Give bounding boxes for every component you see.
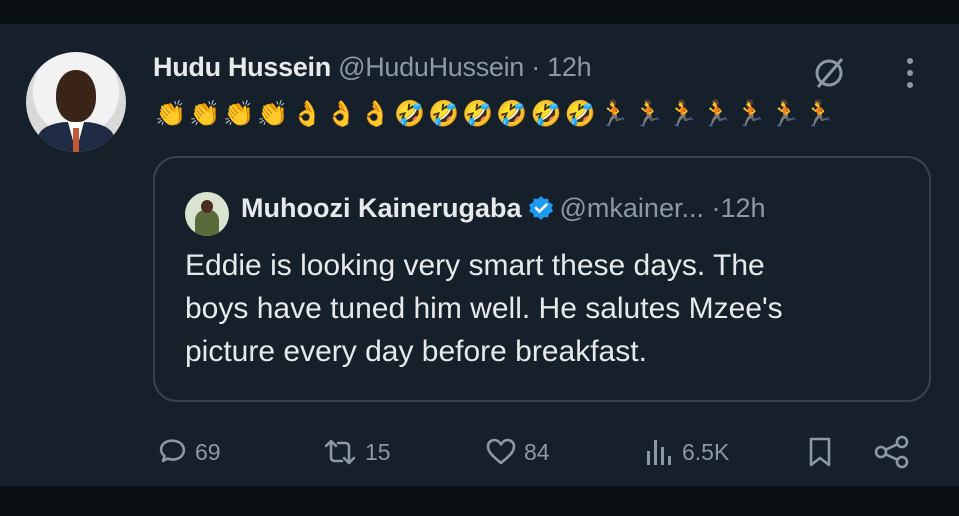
emoji: 👌 — [291, 100, 324, 128]
share-icon — [874, 435, 909, 469]
action-bar: 69 15 84 6.5K — [0, 432, 959, 476]
emoji: 🏃 — [803, 100, 836, 128]
grok-icon[interactable] — [810, 54, 848, 92]
emoji: 👌 — [359, 100, 392, 128]
author-handle[interactable]: @HuduHussein — [338, 52, 524, 82]
author-avatar[interactable] — [26, 52, 126, 152]
bookmark-button[interactable] — [803, 432, 837, 472]
emoji: 🤣 — [564, 100, 597, 128]
emoji: 👏 — [223, 100, 256, 128]
tweet-text-emojis: 👏👏👏👏👌👌👌🤣🤣🤣🤣🤣🤣🏃🏃🏃🏃🏃🏃🏃 — [155, 100, 838, 129]
emoji: 🏃 — [701, 100, 734, 128]
author-name[interactable]: Hudu Hussein — [153, 52, 331, 82]
emoji: 👏 — [257, 100, 290, 128]
repost-button[interactable]: 15 — [321, 432, 391, 472]
emoji: 🏃 — [769, 100, 802, 128]
like-button[interactable]: 84 — [484, 432, 550, 472]
top-edge — [0, 0, 959, 24]
quoted-tweet[interactable]: Muhoozi Kainerugaba @mkainer... ·12h Edd… — [153, 156, 931, 402]
quoted-text-line: picture every day before breakfast. — [185, 335, 647, 368]
emoji: 🤣 — [496, 100, 529, 128]
views-count: 6.5K — [682, 438, 730, 465]
quoted-author-name[interactable]: Muhoozi Kainerugaba — [241, 193, 522, 223]
reply-count: 69 — [195, 438, 221, 465]
quoted-text-line: Eddie is looking very smart these days. … — [185, 249, 765, 282]
quoted-author-handle[interactable]: @mkainer... — [560, 193, 704, 223]
views-button[interactable]: 6.5K — [642, 432, 729, 472]
separator-dot: · — [531, 52, 540, 82]
emoji: 👏 — [155, 100, 188, 128]
reply-button[interactable]: 69 — [155, 432, 221, 472]
bookmark-icon — [809, 437, 831, 467]
verified-badge-icon — [528, 196, 553, 220]
emoji: 🏃 — [598, 100, 631, 128]
quoted-text: Eddie is looking very smart these days. … — [185, 244, 885, 373]
tweet-time[interactable]: 12h — [547, 52, 591, 82]
emoji: 👏 — [189, 100, 222, 128]
tweet-card[interactable]: Hudu Hussein @HuduHussein · 12h 👏👏👏👏👌👌👌🤣… — [0, 0, 959, 516]
quoted-header: Muhoozi Kainerugaba @mkainer... ·12h — [241, 193, 766, 224]
repost-count: 15 — [365, 438, 391, 465]
like-count: 84 — [524, 438, 550, 465]
emoji: 🤣 — [530, 100, 563, 128]
emoji: 🤣 — [393, 100, 427, 128]
quoted-avatar[interactable] — [185, 192, 229, 236]
heart-icon — [486, 438, 516, 465]
emoji: 🏃 — [735, 100, 768, 128]
share-button[interactable] — [873, 432, 911, 472]
more-icon[interactable] — [904, 56, 916, 90]
reply-icon — [159, 439, 186, 463]
repost-icon — [324, 439, 356, 465]
emoji: 🤣 — [428, 100, 461, 128]
emoji: 🏃 — [667, 100, 700, 128]
emoji: 🏃 — [632, 100, 666, 128]
emoji: 👌 — [325, 100, 358, 128]
quoted-time[interactable]: 12h — [720, 193, 765, 223]
tweet-header: Hudu Hussein @HuduHussein · 12h — [153, 52, 592, 83]
emoji: 🤣 — [462, 100, 495, 128]
views-chart-icon — [647, 440, 671, 465]
quoted-text-line: boys have tuned him well. He salutes Mze… — [185, 292, 783, 325]
bottom-edge — [0, 486, 959, 516]
